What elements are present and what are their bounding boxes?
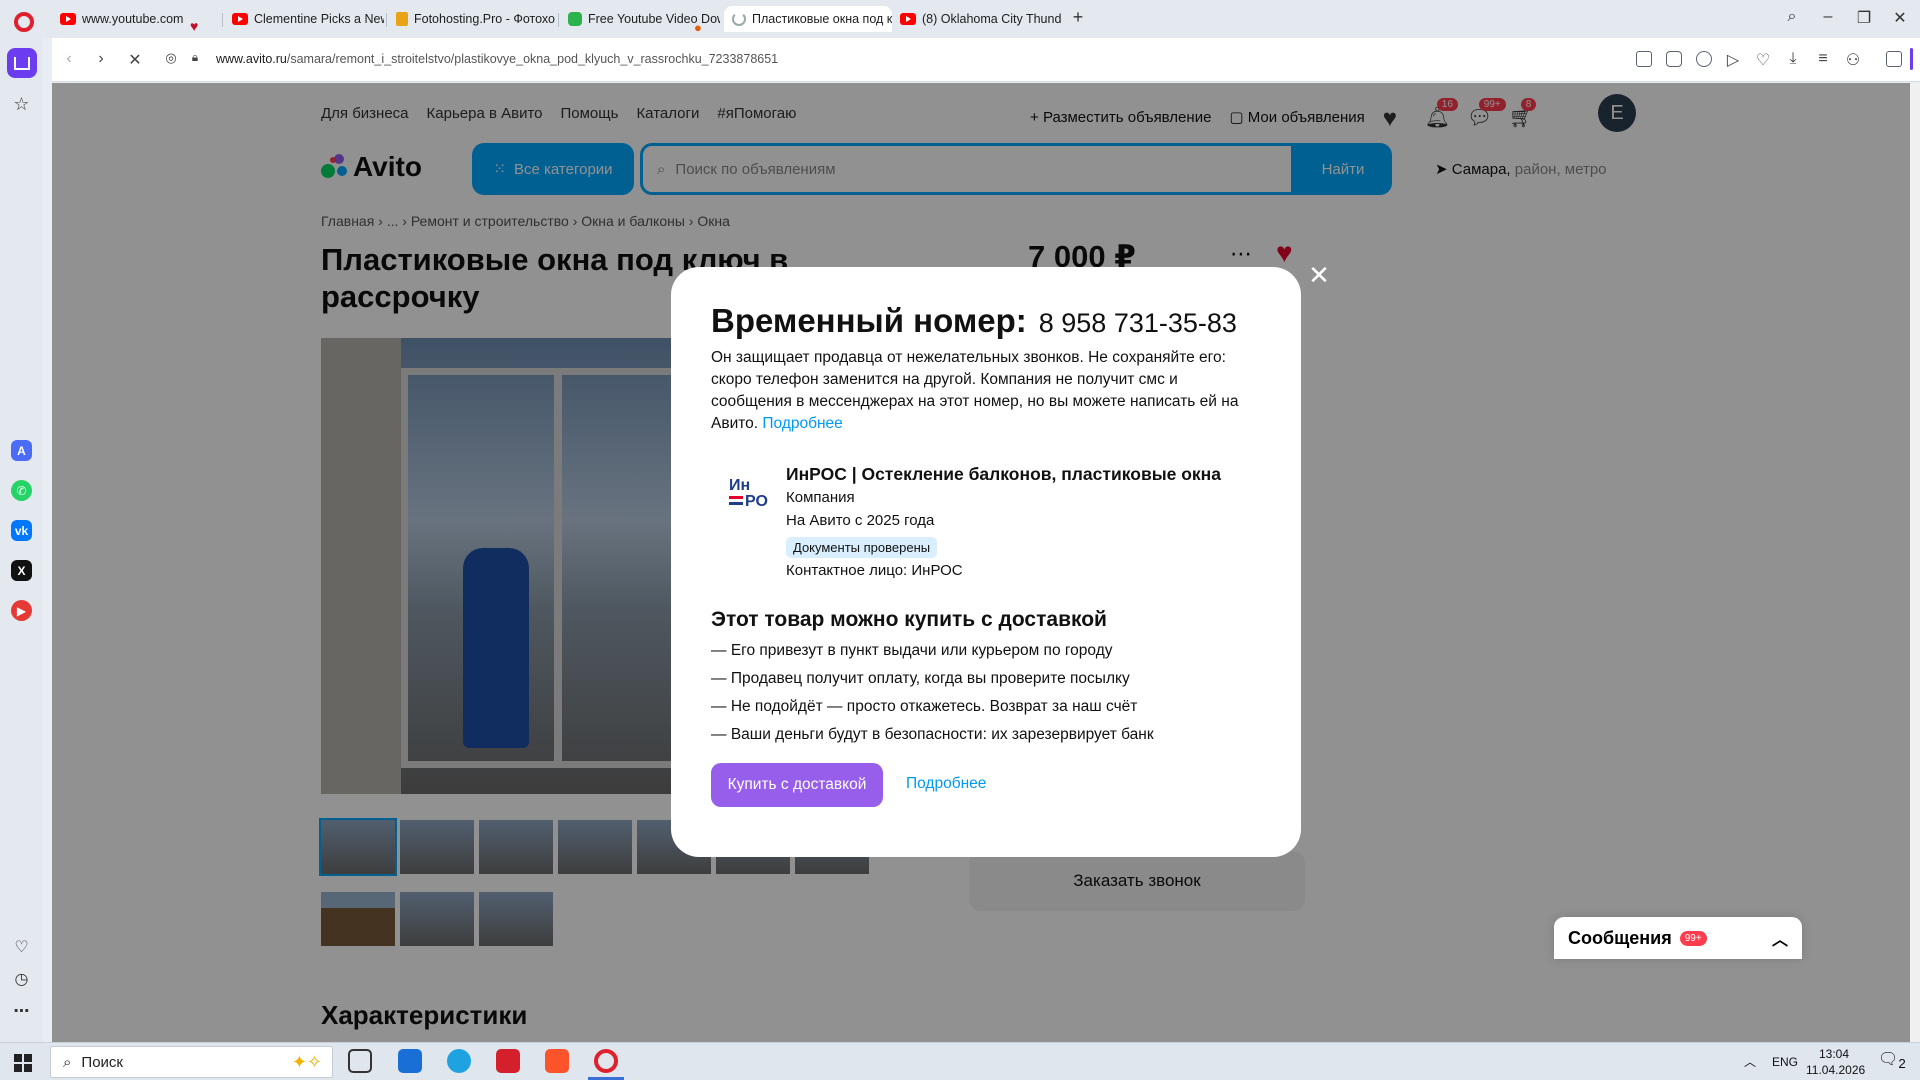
- windows-start-icon[interactable]: [14, 1054, 32, 1072]
- heart-outline-icon[interactable]: ♡: [1754, 50, 1772, 70]
- page-scrollbar[interactable]: [1910, 83, 1920, 1042]
- svg-text:Ин: Ин: [729, 477, 750, 494]
- x-twitter-icon[interactable]: X: [11, 560, 32, 581]
- history-icon[interactable]: ◷: [11, 968, 32, 989]
- home-icon[interactable]: [7, 48, 37, 78]
- documents-verified-badge: Документы проверены: [786, 537, 938, 558]
- seller-name[interactable]: ИнРОС | Остекление балконов, пластиковые…: [786, 464, 1221, 485]
- loading-icon: [732, 12, 746, 26]
- language-indicator[interactable]: ENG: [1772, 1054, 1798, 1070]
- brave-icon[interactable]: [545, 1049, 569, 1073]
- menu-icon[interactable]: ≡: [1814, 50, 1832, 68]
- browser-tab-active[interactable]: Пластиковые окна под к: [724, 6, 892, 32]
- address-bar: ‹ › ✕ ◎ 🔒︎ www.avito.ru/samara/remont_i_…: [52, 38, 1920, 82]
- browser-tab[interactable]: Fotohosting.Pro - Фотохо: [388, 6, 556, 32]
- sparkle-icon: ✦✧: [291, 1051, 322, 1072]
- list-item: Его привезут в пункт выдачи или курьером…: [711, 640, 1154, 668]
- edit-icon[interactable]: [1636, 51, 1652, 67]
- play-icon[interactable]: ▷: [1724, 50, 1742, 70]
- browser-sidebar: ☆ A ✆ vk X ▶ ♡ ◷ ⋯: [0, 38, 42, 1042]
- modal-heading: Временный номер: 8 958 731-35-83: [711, 302, 1237, 339]
- outlook-icon[interactable]: [398, 1049, 422, 1073]
- stop-loading-button[interactable]: ✕: [126, 50, 144, 70]
- youtube-icon: [900, 13, 916, 25]
- minimize-button[interactable]: –: [1816, 8, 1840, 26]
- contact-person: Контактное лицо: ИнРОС: [786, 562, 963, 579]
- seller-type: Компания: [786, 489, 855, 506]
- profile-icon[interactable]: ⚇: [1844, 50, 1862, 70]
- list-item: Продавец получит оплату, когда вы провер…: [711, 668, 1154, 696]
- temporary-phone-number[interactable]: 8 958 731-35-83: [1039, 308, 1237, 339]
- fotohosting-icon: [396, 12, 408, 26]
- close-window-button[interactable]: ✕: [1888, 8, 1912, 28]
- buy-with-delivery-button[interactable]: Купить с доставкой: [711, 763, 883, 807]
- list-item: Не подойдёт — просто откажетесь. Возврат…: [711, 696, 1154, 724]
- delivery-points: Его привезут в пункт выдачи или курьером…: [711, 640, 1154, 752]
- browser-tab-bar: www.youtube.com ♥ Clementine Picks a New…: [0, 0, 1920, 38]
- list-item: Ваши деньги будут в безопасности: их зар…: [711, 724, 1154, 752]
- aria-icon[interactable]: A: [11, 440, 32, 461]
- youtube-icon: [232, 13, 248, 25]
- chevron-up-icon[interactable]: ︿: [1772, 926, 1788, 950]
- lock-icon[interactable]: 🔒︎: [186, 50, 204, 65]
- search-tabs-icon[interactable]: ⌕: [1780, 8, 1804, 26]
- download-icon[interactable]: ⤓: [1784, 50, 1802, 68]
- opera-taskbar-icon[interactable]: [594, 1049, 618, 1073]
- location-pin-icon[interactable]: ◎: [162, 50, 180, 66]
- forward-button[interactable]: ›: [92, 50, 110, 68]
- more-info-link[interactable]: Подробнее: [906, 775, 986, 793]
- tray-chevron-icon[interactable]: ︿: [1744, 1054, 1756, 1070]
- edge-icon[interactable]: [447, 1049, 471, 1073]
- seller-logo[interactable]: Ин РО: [729, 472, 773, 512]
- seller-since: На Авито с 2025 года: [786, 512, 935, 529]
- download-icon: [568, 12, 582, 26]
- url-field[interactable]: www.avito.ru/samara/remont_i_stroitelstv…: [216, 52, 778, 66]
- favorites-heart-icon[interactable]: ♡: [11, 936, 32, 957]
- task-view-icon[interactable]: [348, 1049, 372, 1073]
- temporary-number-modal: Временный номер: 8 958 731-35-83 Он защи…: [671, 267, 1301, 857]
- taskbar-search-input[interactable]: ⌕ Поиск ✦✧: [50, 1046, 333, 1078]
- search-icon: ⌕: [63, 1053, 72, 1071]
- music-player-icon[interactable]: ▶: [11, 600, 32, 621]
- heart-icon: ♥: [190, 18, 199, 34]
- vk-icon[interactable]: vk: [11, 520, 32, 541]
- shield-icon[interactable]: [1696, 51, 1712, 67]
- notification-center-icon[interactable]: 🗨︎2: [1878, 1051, 1906, 1072]
- clock[interactable]: 13:04 11.04.2026: [1806, 1046, 1865, 1078]
- star-icon[interactable]: ☆: [11, 94, 32, 115]
- vivaldi-icon[interactable]: [496, 1049, 520, 1073]
- restore-button[interactable]: ❐: [1852, 8, 1876, 28]
- back-button[interactable]: ‹: [60, 50, 78, 68]
- opera-menu-icon[interactable]: [14, 12, 34, 32]
- fire-icon: ●: [694, 20, 702, 35]
- youtube-icon: [60, 13, 76, 25]
- extensions-icon[interactable]: [1886, 51, 1902, 67]
- whatsapp-icon[interactable]: ✆: [11, 480, 32, 501]
- new-tab-button[interactable]: +: [1069, 8, 1087, 26]
- camera-icon[interactable]: [1666, 51, 1682, 67]
- browser-tab[interactable]: (8) Oklahoma City Thunde: [892, 6, 1062, 32]
- svg-text:РО: РО: [745, 493, 768, 510]
- close-icon[interactable]: ✕: [1308, 262, 1330, 288]
- windows-taskbar: ⌕ Поиск ✦✧ ︿ ENG 13:04 11.04.2026 🗨︎2: [0, 1042, 1920, 1080]
- messages-widget[interactable]: Сообщения 99+ ︿: [1554, 917, 1802, 959]
- browser-tab[interactable]: Clementine Picks a New S: [224, 6, 384, 32]
- details-link[interactable]: Подробнее: [762, 415, 842, 432]
- delivery-heading: Этот товар можно купить с доставкой: [711, 608, 1107, 631]
- modal-description: Он защищает продавца от нежелательных зв…: [711, 349, 1239, 432]
- more-icon[interactable]: ⋯: [11, 1000, 32, 1021]
